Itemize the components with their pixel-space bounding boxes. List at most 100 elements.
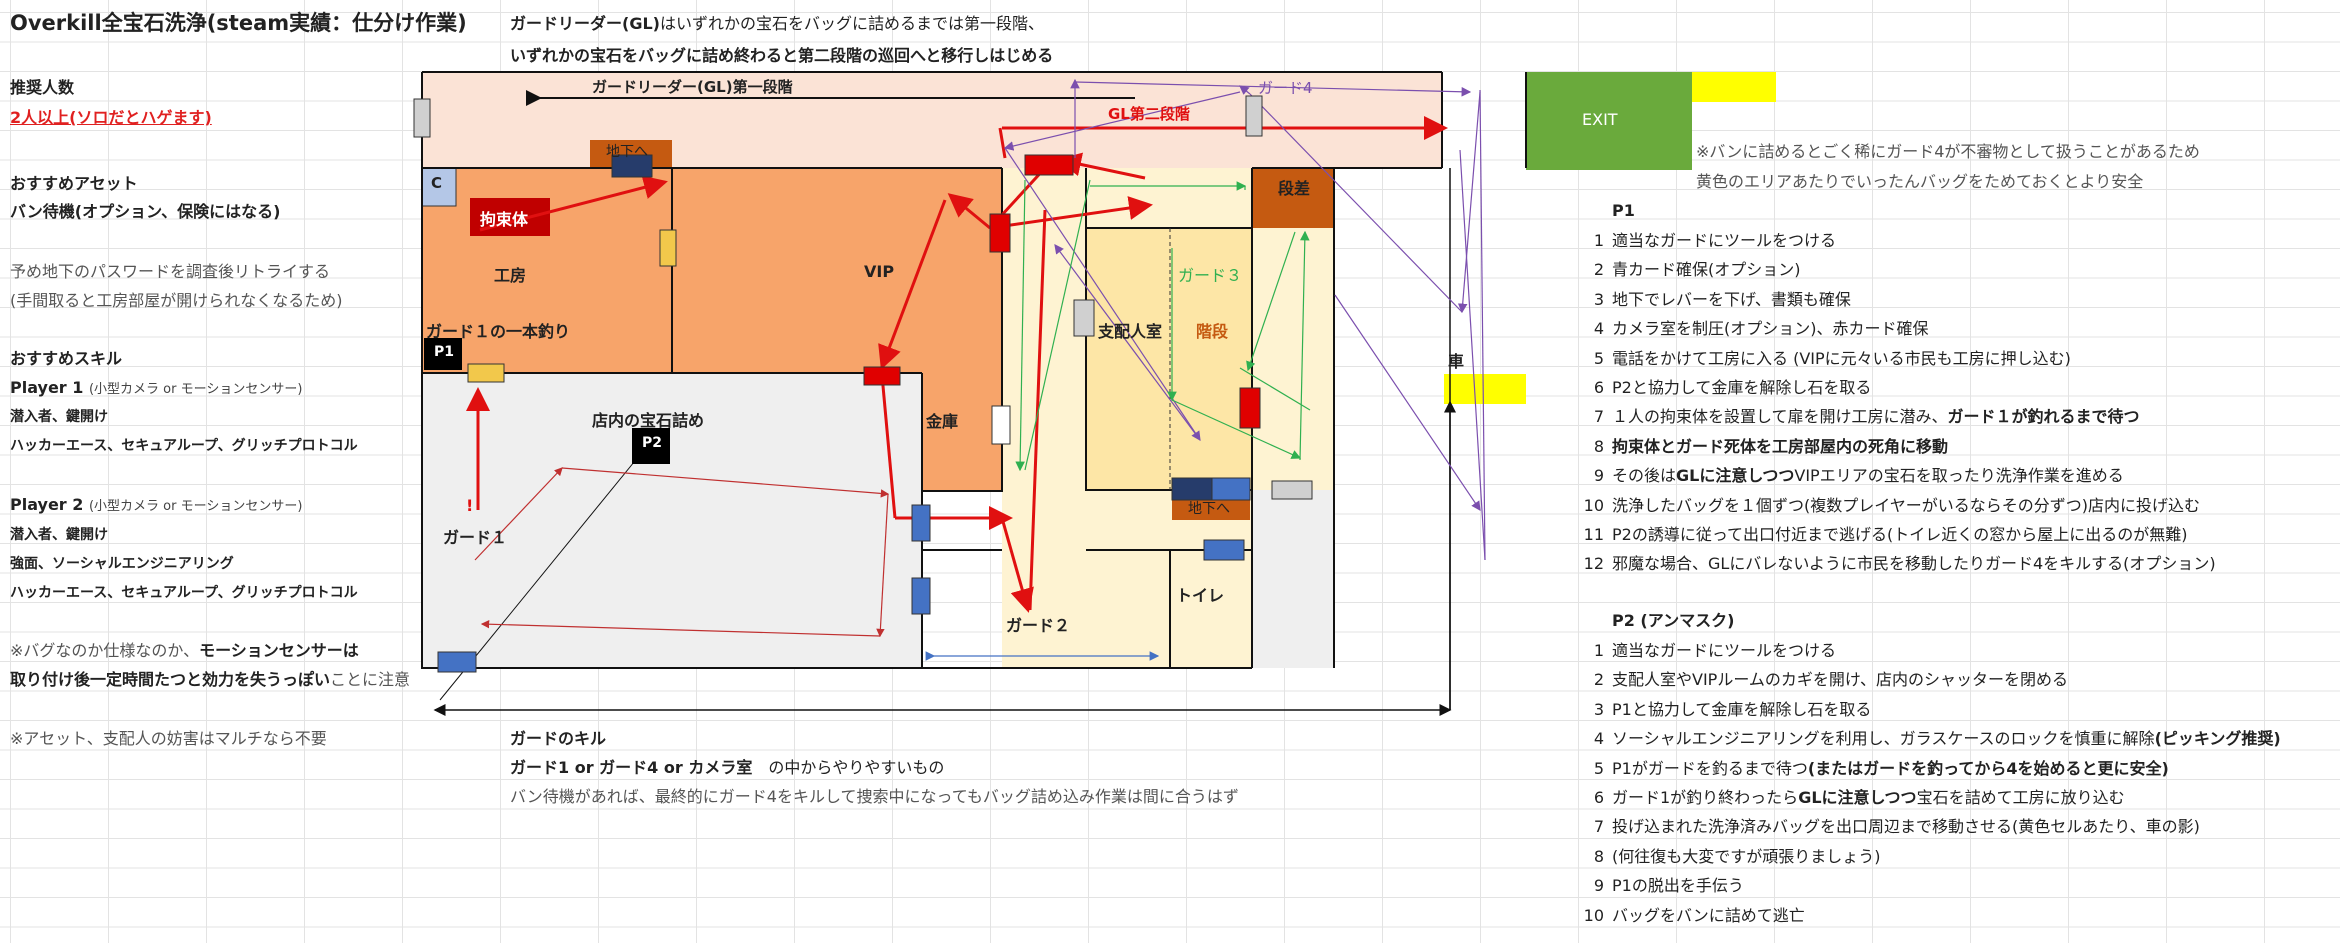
door-red (989, 213, 1011, 253)
step-text: P1と協力して金庫を解除し石を取る (1612, 699, 1872, 719)
step-text: その後はGLに注意しつつVIPエリアの宝石を取ったり洗浄作業を進める (1612, 466, 2124, 486)
assets-label: おすすめアセット (10, 174, 138, 193)
p1-label: P1 (434, 344, 455, 360)
van-note-1: ※バンに詰めるとごく稀にガード4が不審物として扱うことがあるため (1696, 142, 2200, 161)
step-text: ガード1が釣り終わったらGLに注意しつつ宝石を詰めて工房に放り込む (1612, 788, 2125, 807)
door-blue (437, 651, 477, 673)
step-text: バッグをバンに詰めて逃亡 (1612, 905, 1805, 925)
van-note-2: 黄色のエリアあたりでいったんバッグをためておくとより安全 (1696, 172, 2144, 191)
step-number: 9 (1593, 466, 1604, 486)
exit-label[interactable]: EXIT (1582, 110, 1618, 129)
door-red (1024, 154, 1074, 176)
step-text: 地下でレバーを下げ、書類も確保 (1612, 289, 1851, 309)
step-number: 7 (1593, 407, 1604, 427)
step-number: 6 (1593, 788, 1604, 807)
players-value: 2人以上(ソロだとハゲます) (10, 108, 212, 127)
assets-value: バン待機(オプション、保険にはなる) (10, 202, 281, 221)
vault-room (922, 373, 1002, 491)
step-text: 電話をかけて工房に入る (VIPに元々いる市民も工房に押し込む) (1612, 348, 2071, 368)
restraint-label: 拘束体 (480, 210, 529, 229)
step-number: 3 (1593, 289, 1604, 309)
guard2-label: ガード２ (1006, 616, 1071, 635)
skills-label: おすすめスキル (10, 349, 123, 368)
step-number: 1 (1593, 231, 1604, 250)
step-text: １人の拘束体を設置して扉を開け工房に潜み、ガード１が釣れるまで待つ (1612, 407, 2140, 427)
players-label: 推奨人数 (10, 78, 75, 97)
door-red (863, 366, 901, 386)
p1-skill-2: ハッカーエース、セキュアループ、グリッチプロトコル (10, 438, 358, 454)
step-number: 8 (1593, 436, 1604, 456)
p2-skill-3: ハッカーエース、セキュアループ、グリッチプロトコル (10, 585, 358, 601)
p1-steps-heading: P1 (1612, 201, 1635, 220)
p2-steps-heading: P2 (アンマスク) (1612, 611, 1735, 630)
step-text: 拘束体とガード死体を工房部屋内の死角に移動 (1612, 436, 1949, 456)
step-text: 適当なガードにツールをつける (1612, 231, 1837, 250)
step-text: 支配人室やVIPルームのカギを開け、店内のシャッターを閉める (1612, 670, 2069, 690)
toilet-label: トイレ (1176, 586, 1225, 605)
step-number: 3 (1593, 699, 1604, 719)
step-text: ソーシャルエンジニアリングを利用し、ガラスケースのロックを慎重に解除(ピッキング… (1612, 729, 2281, 749)
step-number: 6 (1593, 378, 1604, 397)
door-gray (1073, 299, 1095, 337)
door-yellow (467, 363, 505, 383)
step-label: 段差 (1278, 179, 1311, 198)
kill-line-1: ガード1 or ガード4 or カメラ室 の中からやりやすいもの (510, 758, 945, 777)
guard1-label: ガード１ (443, 528, 508, 547)
step-text: 青カード確保(オプション) (1612, 260, 1801, 280)
p2-skill-2: 強面、ソーシャルエンジニアリング (10, 556, 234, 572)
step-number: 2 (1593, 260, 1604, 280)
step-text: P1がガードを釣るまで待つ(またはガードを釣ってから4を始めると更に安全) (1612, 758, 2169, 778)
p2-skill-label: Player 2 (小型カメラ or モーションセンサー) (10, 495, 303, 514)
right-corridor (1252, 490, 1334, 668)
workshop-label: 工房 (494, 266, 527, 285)
step-number: 10 (1583, 905, 1604, 925)
vault-label: 金庫 (926, 412, 959, 431)
step-text: P1の脱出を手伝う (1612, 876, 1744, 896)
step-text: 洗浄したバッグを１個ずつ(複数プレイヤーがいるならその分ずつ)店内に投げ込む (1612, 495, 2201, 515)
door-white (991, 405, 1011, 445)
retry-note-1: 予め地下のパスワードを調査後リトライする (10, 262, 331, 281)
step-text: P2の誘導に従って出口付近まで逃げる(トイレ近くの窓から屋上に出るのが無難) (1612, 525, 2188, 544)
step-number: 5 (1593, 348, 1604, 368)
stairs-area (1252, 228, 1334, 490)
door-blue (911, 504, 931, 542)
step-number: 4 (1593, 319, 1604, 339)
gl-phase1-label: ガードリーダー(GL)第一段階 (592, 78, 793, 96)
door-blue (911, 577, 931, 615)
car-label: 車 (1448, 352, 1465, 371)
guard3-label: ガード３ (1178, 266, 1243, 285)
step-number: 11 (1583, 525, 1604, 544)
step-number: 5 (1593, 758, 1604, 778)
step-text: カメラ室を制圧(オプション)、赤カード確保 (1612, 319, 1929, 339)
door-red (1239, 387, 1261, 429)
step-number: 2 (1593, 670, 1604, 690)
step-text: 適当なガードにツールをつける (1612, 641, 1837, 660)
basement-label-right: 地下へ (1188, 501, 1230, 517)
step-number: 4 (1593, 729, 1604, 749)
kill-heading: ガードのキル (510, 729, 607, 748)
stairs-label: 階段 (1196, 322, 1229, 341)
p1-skill-1: 潜入者、鍵開け (10, 409, 108, 425)
step-text: 投げ込まれた洗浄済みバッグを出口周辺まで移動させる(黄色セルあたり、車の影) (1612, 817, 2200, 837)
gl-phase2-label: GL第二段階 (1108, 105, 1190, 123)
door-yellow (659, 229, 677, 267)
step-number: 8 (1593, 846, 1604, 866)
step-number: 1 (1593, 641, 1604, 660)
asset-note: ※アセット、支配人の妨害はマルチなら不要 (10, 729, 327, 748)
header-note-line1: ガードリーダー(GL)はいずれかの宝石をバッグに詰めるまでは第一段階、 (510, 14, 1044, 33)
retry-note-2: (手間取ると工房部屋が開けられなくなるため) (10, 291, 343, 310)
door-navy (1171, 477, 1213, 501)
camera-room-label: C (431, 174, 443, 192)
door-blue (1203, 539, 1245, 561)
door-gray (1271, 480, 1313, 500)
page-title: Overkill全宝石洗浄(steam実績：仕分け作業) (10, 11, 467, 35)
p2-skill-1: 潜入者、鍵開け (10, 527, 108, 543)
vip-label: VIP (864, 262, 895, 281)
yellow-cell-top (1692, 72, 1776, 102)
header-note-line2: いずれかの宝石をバッグに詰め終わると第二段階の巡回へと移行しはじめる (510, 46, 1054, 65)
door-blue (1211, 477, 1251, 501)
alert-label: ! (466, 496, 474, 515)
manager-room-label: 支配人室 (1098, 322, 1163, 341)
yellow-cell-car (1444, 374, 1526, 404)
step-number: 7 (1593, 817, 1604, 837)
